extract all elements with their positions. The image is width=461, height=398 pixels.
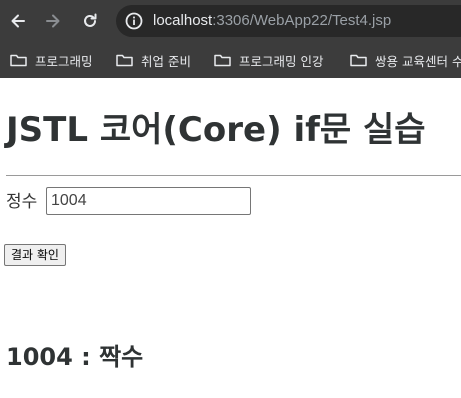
folder-icon xyxy=(214,54,231,66)
bookmark-label: 프로그래밍 xyxy=(35,53,93,69)
integer-input[interactable] xyxy=(46,187,251,215)
back-arrow-icon xyxy=(11,14,25,28)
url-text: localhost:3306/WebApp22/Test4.jsp xyxy=(153,12,391,30)
bookmarks-bar: 프로그래밍 취업 준비 프로그래밍 인강 쌍용 교육센터 수 xyxy=(0,42,461,78)
bookmark-folder-job-prep[interactable]: 취업 준비 xyxy=(116,50,191,70)
site-info-icon[interactable] xyxy=(124,11,144,31)
folder-icon xyxy=(10,54,27,66)
bookmark-label: 쌍용 교육센터 수 xyxy=(375,53,461,69)
bookmark-folder-ssangyong-center[interactable]: 쌍용 교육센터 수 xyxy=(350,50,461,70)
bookmark-folder-programming[interactable]: 프로그래밍 xyxy=(10,50,93,70)
folder-icon xyxy=(116,54,133,66)
integer-field-label: 정수 xyxy=(6,192,38,212)
forward-arrow-icon xyxy=(46,14,60,28)
browser-toolbar: localhost:3306/WebApp22/Test4.jsp xyxy=(0,0,461,42)
forward-button[interactable] xyxy=(39,7,67,35)
result-text: 1004 : 짝수 xyxy=(6,343,144,371)
address-bar[interactable]: localhost:3306/WebApp22/Test4.jsp xyxy=(116,5,461,37)
divider xyxy=(6,175,461,176)
browser-chrome: localhost:3306/WebApp22/Test4.jsp 프로그래밍 … xyxy=(0,0,461,78)
back-button[interactable] xyxy=(4,7,32,35)
bookmark-folder-programming-lectures[interactable]: 프로그래밍 인강 xyxy=(214,50,323,70)
url-host: localhost xyxy=(153,12,213,29)
reload-button[interactable] xyxy=(76,7,104,35)
reload-icon xyxy=(84,13,97,27)
bookmark-label: 취업 준비 xyxy=(141,53,191,69)
check-result-button[interactable]: 결과 확인 xyxy=(4,244,66,266)
bookmark-label: 프로그래밍 인강 xyxy=(239,53,324,69)
folder-icon xyxy=(350,54,367,66)
url-path: :3306/WebApp22/Test4.jsp xyxy=(212,12,392,29)
page-title: JSTL 코어(Core) if문 실습 xyxy=(6,110,426,150)
